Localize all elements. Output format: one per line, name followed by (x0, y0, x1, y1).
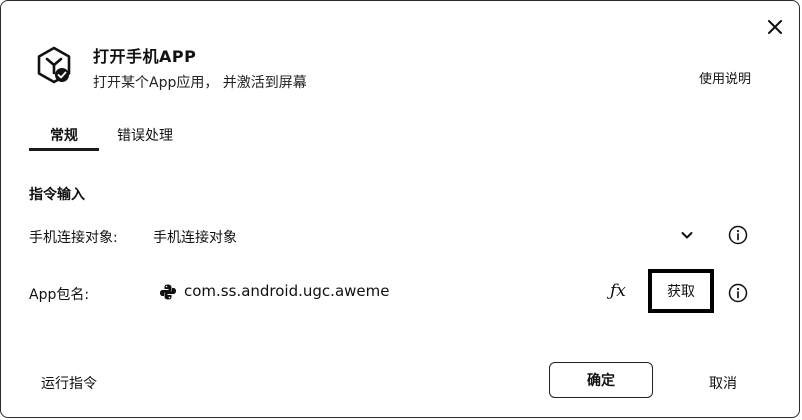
info-icon[interactable] (728, 225, 748, 245)
device-select[interactable]: 手机连接对象 (153, 227, 237, 247)
dialog-title: 打开手机APP (93, 47, 197, 66)
fetch-button[interactable]: 获取 (648, 269, 714, 313)
package-name-input[interactable]: com.ss.android.ugc.aweme (184, 282, 389, 300)
tab-general[interactable]: 常规 (29, 117, 99, 151)
cancel-button[interactable]: 取消 (709, 373, 737, 393)
dialog: 打开手机APP 打开某个App应用， 并激活到屏幕 使用说明 常规 错误处理 指… (0, 0, 800, 418)
confirm-button[interactable]: 确定 (549, 362, 653, 398)
python-icon (160, 284, 176, 300)
package-field-label: App包名: (29, 287, 90, 303)
device-field-label: 手机连接对象: (29, 230, 118, 246)
fx-icon[interactable]: ƒx (610, 281, 626, 301)
section-title: 指令输入 (29, 187, 85, 203)
help-link[interactable]: 使用说明 (699, 68, 751, 87)
info-icon[interactable] (728, 283, 748, 303)
phone-app-icon (37, 46, 71, 84)
close-icon (768, 20, 782, 34)
chevron-down-icon[interactable] (679, 227, 695, 243)
dialog-subtitle: 打开某个App应用， 并激活到屏幕 (93, 75, 307, 91)
tab-bar: 常规 错误处理 (29, 117, 173, 151)
close-button[interactable] (765, 17, 785, 37)
run-command-button[interactable]: 运行指令 (41, 373, 97, 393)
tab-error-handling[interactable]: 错误处理 (117, 117, 173, 151)
